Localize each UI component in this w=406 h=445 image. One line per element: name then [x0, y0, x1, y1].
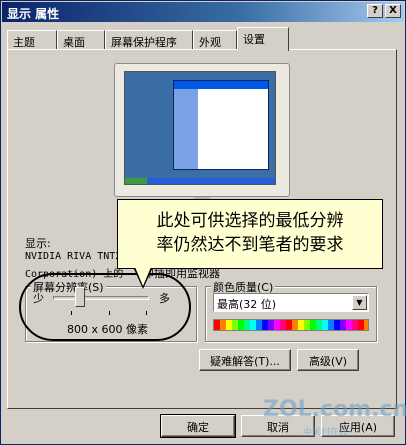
tab-label: 屏幕保护程序 [111, 36, 177, 49]
tab-appearance[interactable]: 外观 [193, 30, 237, 50]
title-bar[interactable]: 显示 属性 [2, 2, 404, 22]
tab-label: 主题 [13, 36, 35, 49]
tab-desktop[interactable]: 桌面 [57, 30, 105, 50]
close-button[interactable]: X [385, 4, 401, 18]
preview-start-button [125, 178, 147, 184]
cancel-label: 取消 [267, 421, 289, 434]
tab-settings[interactable]: 设置 [237, 27, 289, 51]
preview-window-sidebar [174, 89, 198, 169]
display-label: 显示: [25, 237, 51, 250]
ok-label: 确定 [187, 421, 209, 434]
tab-themes[interactable]: 主题 [7, 30, 57, 50]
troubleshoot-button[interactable]: 疑难解答(T)... [199, 349, 291, 371]
color-quality-value: 最高(32 位) [217, 298, 277, 311]
callout-pointer-fill [135, 267, 151, 286]
watermark-logo: ZOL.com.cn [263, 397, 406, 422]
help-button[interactable]: ? [367, 4, 383, 18]
callout-line1: 此处可供选择的最低分辨 [156, 211, 344, 231]
callout-line2: 率仍然达不到笔者的要求 [156, 235, 344, 255]
advanced-label: 高级(V) [308, 355, 348, 368]
display-device-line1: NVIDIA RIVA TNT2 [25, 251, 122, 262]
preview-taskbar [125, 178, 275, 184]
preview-window-titlebar [174, 81, 268, 89]
tab-label: 桌面 [63, 36, 85, 49]
preview-window [173, 80, 269, 170]
annotation-callout: 此处可供选择的最低分辨 率仍然达不到笔者的要求 [117, 199, 383, 269]
window-title: 显示 属性 [7, 7, 60, 21]
tab-label: 外观 [199, 36, 221, 49]
tab-screensaver[interactable]: 屏幕保护程序 [105, 30, 193, 50]
troubleshoot-label: 疑难解答(T)... [210, 355, 280, 368]
advanced-button[interactable]: 高级(V) [297, 349, 359, 371]
display-properties-dialog: 显示 属性 ? X 主题 桌面 屏幕保护程序 外观 设置 显示: NVIDIA … [0, 0, 406, 445]
close-icon: X [389, 5, 397, 16]
highlight-oval [19, 273, 191, 341]
watermark-subtitle: 中关村在线 [303, 428, 349, 438]
monitor-screen [124, 71, 276, 185]
chevron-down-icon[interactable]: ▼ [352, 295, 367, 310]
color-spectrum-preview [213, 319, 369, 331]
tab-label: 设置 [243, 33, 265, 46]
color-quality-select[interactable]: 最高(32 位) ▼ [213, 293, 369, 312]
ok-button[interactable]: 确定 [160, 414, 236, 438]
help-icon: ? [372, 5, 378, 16]
